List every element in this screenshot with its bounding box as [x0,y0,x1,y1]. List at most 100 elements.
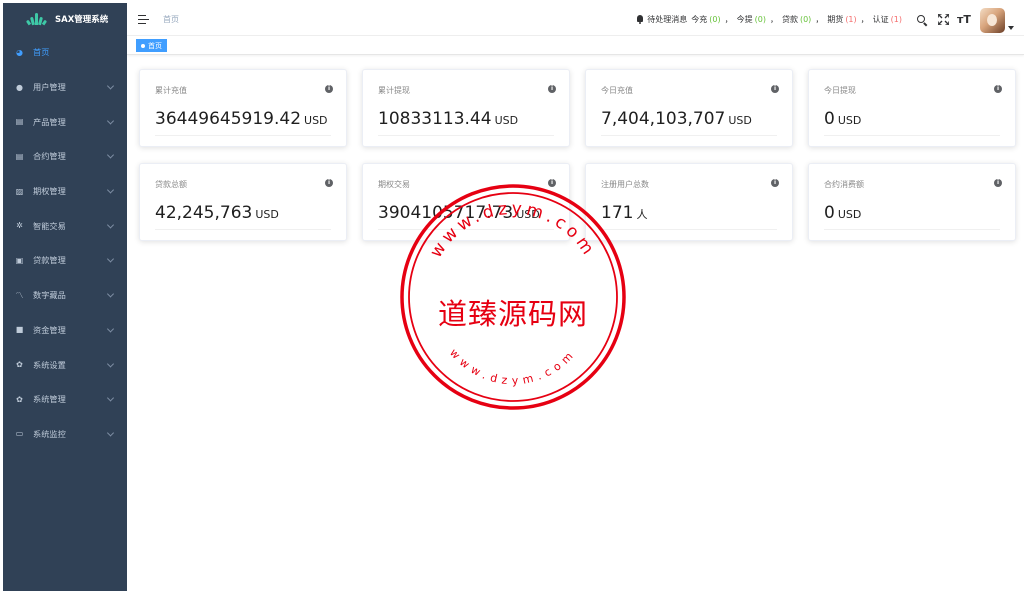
recharge-label: 今充 [691,15,708,24]
gear-icon: ✲ [16,221,23,231]
divider [155,135,331,136]
card-unit: USD [304,114,328,127]
loan-count: (0) [799,15,812,24]
breadcrumb[interactable]: 首页 [163,14,179,25]
sidebar-item-system-settings[interactable]: ✿ 系统设置 [3,347,127,382]
avatar[interactable] [980,8,1005,33]
sidebar-item-system-management[interactable]: ✿ 系统管理 [3,382,127,417]
info-icon[interactable]: i [325,179,333,187]
tag-home[interactable]: 首页 [136,39,167,52]
card-unit: USD [837,114,862,127]
card-title: 期权交易 [378,180,410,189]
caret-down-icon[interactable] [1008,26,1014,30]
users-icon: ● [16,82,23,92]
card-title: 今日提现 [824,86,856,95]
card-value: 0 USD [824,109,861,129]
info-icon[interactable]: i [994,85,1002,93]
card-unit: USD [837,208,862,221]
card-value: 171 人 [601,203,647,223]
sidebar-item-users[interactable]: ● 用户管理 [3,70,127,105]
card-value: 42,245,763 USD [155,203,279,223]
card-number: 0 [824,203,835,223]
tag-label: 首页 [148,41,162,50]
sidebar: SAX管理系统 ◕ 首页 ● 用户管理 ▤ 产品管理 ▤ 合约管理 ▨ 期权管理… [3,3,127,591]
separator: ， [860,15,869,24]
stat-card-total-recharge: 累计充值 i 36449645919.42 USD [139,69,347,147]
info-icon[interactable]: i [771,85,779,93]
top-navbar: 首页 待处理消息 今充 (0) ， 今提 (0) ， 贷款 (0) ， 期货 (… [127,3,1024,36]
card-number: 3904105717.73 [378,203,514,223]
fullscreen-button[interactable] [936,3,950,36]
divider [824,229,1000,230]
wallet-icon: ■ [15,325,24,335]
sidebar-item-label: 智能交易 [33,220,66,231]
stat-card-total-withdraw: 累计提现 i 10833113.44 USD [362,69,570,147]
sidebar-item-label: 贷款管理 [33,255,66,266]
card-title: 累计提现 [378,86,410,95]
chevron-down-icon [106,117,115,125]
sidebar-item-home[interactable]: ◕ 首页 [3,35,127,70]
divider [155,229,331,230]
card-number: 36449645919.42 [155,109,302,129]
sidebar-item-label: 产品管理 [33,116,66,127]
sidebar-item-digital-collectibles[interactable]: 〽 数字藏品 [3,278,127,313]
card-title: 贷款总额 [155,180,187,189]
chevron-down-icon [106,325,115,333]
withdraw-label: 今提 [736,15,753,24]
sidebar-item-label: 资金管理 [33,324,66,335]
chevron-down-icon [106,82,115,90]
recharge-count: (0) [709,15,721,24]
sidebar-item-label: 系统管理 [33,394,66,405]
card-number: 42,245,763 [155,203,253,223]
verify-count: (1) [890,15,902,24]
active-dot-icon [141,43,145,48]
pending-label: 待处理消息 [647,15,688,24]
sidebar-item-options[interactable]: ▨ 期权管理 [3,174,127,209]
document-icon: ▤ [15,117,24,127]
trend-icon: 〽 [15,290,24,300]
sidebar-item-system-monitor[interactable]: ▭ 系统监控 [3,417,127,452]
dashboard-icon: ◕ [16,47,23,57]
card-unit: USD [516,208,540,221]
sidebar-item-funds[interactable]: ■ 资金管理 [3,313,127,348]
sidebar-item-contracts[interactable]: ▤ 合约管理 [3,139,127,174]
chevron-down-icon [106,186,115,194]
search-button[interactable] [915,3,929,36]
hamburger-icon[interactable] [138,14,149,24]
divider [378,229,554,230]
loan-icon: ▣ [15,255,24,265]
font-size-icon: ᴛT [957,13,971,26]
info-icon[interactable]: i [325,85,333,93]
info-icon[interactable]: i [771,179,779,187]
card-unit: 人 [636,208,648,221]
sidebar-item-smart-trading[interactable]: ✲ 智能交易 [3,208,127,243]
card-unit: USD [728,114,752,127]
stat-card-today-recharge: 今日充值 i 7,404,103,707 USD [585,69,793,147]
document-icon: ▤ [15,151,24,161]
info-icon[interactable]: i [548,85,556,93]
card-title: 合约消费额 [824,180,864,189]
verify-label: 认证 [872,15,889,24]
stat-card-today-withdraw: 今日提现 i 0 USD [808,69,1016,147]
stamp-center-text: 道臻源码网 [437,297,588,331]
card-value: 0 USD [824,203,861,223]
sidebar-item-products[interactable]: ▤ 产品管理 [3,104,127,139]
info-icon[interactable]: i [994,179,1002,187]
pending-messages[interactable]: 待处理消息 今充 (0) ， 今提 (0) ， 贷款 (0) ， 期货 (1) … [636,3,904,36]
withdraw-count: (0) [754,15,766,24]
sidebar-item-label: 系统监控 [33,428,66,439]
fullscreen-icon [937,14,949,25]
loan-label: 贷款 [781,15,798,24]
font-size-button[interactable]: ᴛT [957,3,971,36]
card-title: 注册用户总数 [601,180,649,189]
stat-card-registered-users: 注册用户总数 i 171 人 [585,163,793,241]
sidebar-item-loans[interactable]: ▣ 贷款管理 [3,243,127,278]
logo[interactable]: SAX管理系统 [3,3,127,35]
bell-icon [636,15,644,24]
sidebar-item-label: 数字藏品 [33,290,66,301]
sidebar-item-label: 首页 [33,47,50,58]
info-icon[interactable]: i [548,179,556,187]
sidebar-item-label: 用户管理 [33,82,66,93]
card-value: 3904105717.73 USD [378,203,540,223]
card-title: 今日充值 [601,86,633,95]
